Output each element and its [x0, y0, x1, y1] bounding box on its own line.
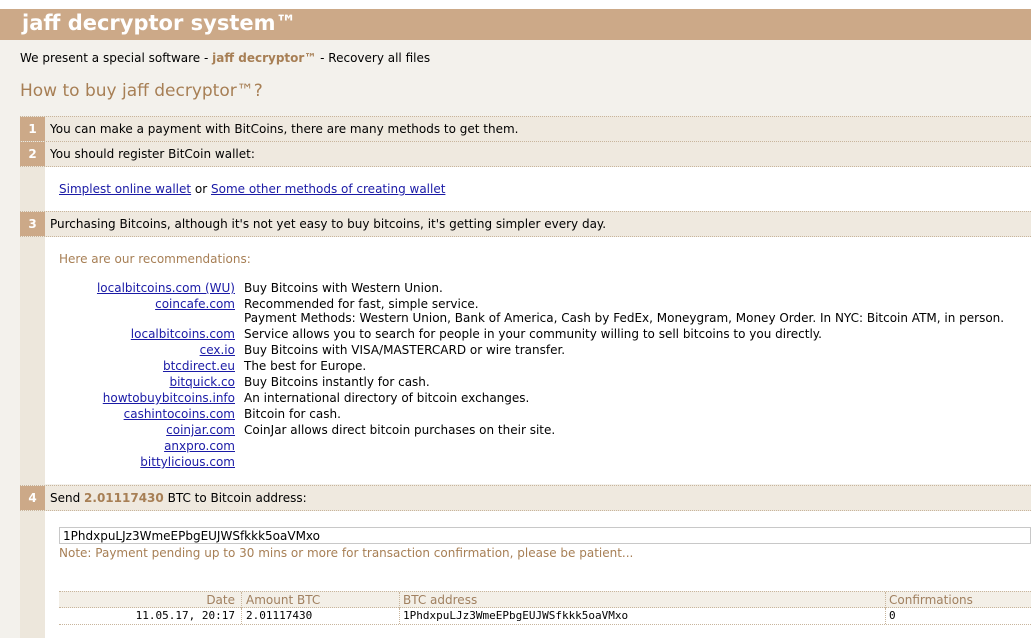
other-wallet-methods-link[interactable]: Some other methods of creating wallet — [211, 182, 445, 196]
step-2: 2 You should register BitCoin wallet: — [20, 141, 1031, 167]
exchange-link[interactable]: bittylicious.com — [140, 455, 235, 469]
header-confirmations: Confirmations — [889, 593, 973, 607]
step-3: 3 Purchasing Bitcoins, although it's not… — [20, 211, 1031, 237]
how-to-buy-heading: How to buy jaff decryptor™? — [20, 81, 263, 101]
exchange-desc: The best for Europe. — [244, 359, 367, 373]
page-title: jaff decryptor system™ — [22, 11, 297, 35]
step-text: You should register BitCoin wallet: — [50, 147, 255, 161]
exchange-desc: Buy Bitcoins with VISA/MASTERCARD or wir… — [244, 343, 566, 357]
page-header: jaff decryptor system™ — [0, 9, 1031, 40]
recommendation-row: cashintocoins.com Bitcoin for cash. — [60, 407, 1020, 423]
recommendation-row: bittylicious.com — [60, 455, 1020, 471]
exchange-link[interactable]: cex.io — [200, 343, 235, 357]
step-text: Purchasing Bitcoins, although it's not y… — [50, 217, 607, 231]
exchange-link[interactable]: bitquick.co — [169, 375, 235, 389]
step-4: 4 Send 2.01117430 BTC to Bitcoin address… — [20, 485, 1031, 511]
payment-note: Note: Payment pending up to 30 mins or m… — [59, 546, 634, 560]
exchange-desc: An international directory of bitcoin ex… — [244, 391, 530, 405]
exchange-link[interactable]: howtobuybitcoins.info — [103, 391, 235, 405]
exchange-link[interactable]: btcdirect.eu — [163, 359, 235, 373]
header-address: BTC address — [403, 593, 478, 607]
recommendation-row: localbitcoins.com (WU) Buy Bitcoins with… — [60, 281, 1020, 297]
row-date: 11.05.17, 20:17 — [135, 609, 235, 622]
recommendation-row: bitquick.co Buy Bitcoins instantly for c… — [60, 375, 1020, 391]
btc-address-field[interactable]: 1PhdxpuLJz3WmeEPbgEUJWSfkkk5oaVMxo — [59, 527, 1031, 544]
row-address: 1PhdxpuLJz3WmeEPbgEUJWSfkkk5oaVMxo — [403, 609, 629, 622]
step-text: Send 2.01117430 BTC to Bitcoin address: — [50, 491, 307, 505]
exchange-link[interactable]: localbitcoins.com (WU) — [97, 281, 235, 295]
recommendation-row: Payment Methods: Western Union, Bank of … — [60, 311, 1020, 327]
wallet-links: Simplest online wallet or Some other met… — [59, 182, 446, 196]
exchange-link[interactable]: coincafe.com — [155, 297, 235, 311]
exchange-desc: CoinJar allows direct bitcoin purchases … — [244, 423, 556, 437]
exchange-desc: Buy Bitcoins with Western Union. — [244, 281, 443, 295]
btc-amount: 2.01117430 — [84, 491, 164, 505]
step-number: 3 — [20, 212, 45, 236]
step-1: 1 You can make a payment with BitCoins, … — [20, 116, 1031, 142]
simplest-wallet-link[interactable]: Simplest online wallet — [59, 182, 191, 196]
exchange-desc: Buy Bitcoins instantly for cash. — [244, 375, 430, 389]
exchange-desc: Recommended for fast, simple service. — [244, 297, 479, 311]
recommendation-row: cex.io Buy Bitcoins with VISA/MASTERCARD… — [60, 343, 1020, 359]
step-text: You can make a payment with BitCoins, th… — [50, 122, 519, 136]
step-number: 2 — [20, 142, 45, 166]
exchange-link[interactable]: coinjar.com — [166, 423, 235, 437]
step-number: 4 — [20, 486, 45, 510]
transactions-table-header: Date Amount BTC BTC address Confirmation… — [59, 591, 1031, 608]
recommendation-row: anxpro.com — [60, 439, 1020, 455]
intro-text: We present a special software - jaff dec… — [20, 51, 431, 65]
table-row: 11.05.17, 20:17 2.01117430 1PhdxpuLJz3Wm… — [59, 607, 1031, 625]
row-confirmations: 0 — [889, 609, 896, 622]
exchange-link[interactable]: cashintocoins.com — [124, 407, 235, 421]
exchange-desc: Service allows you to search for people … — [244, 327, 822, 341]
exchange-link[interactable]: localbitcoins.com — [131, 327, 235, 341]
recommendation-row: howtobuybitcoins.info An international d… — [60, 391, 1020, 407]
product-name: jaff decryptor™ — [212, 51, 317, 65]
recommendation-row: localbitcoins.com Service allows you to … — [60, 327, 1020, 343]
row-amount: 2.01117430 — [246, 609, 313, 622]
exchange-link[interactable]: anxpro.com — [164, 439, 235, 453]
steps-left-bar — [20, 116, 45, 638]
recommendations-label: Here are our recommendations: — [59, 252, 251, 266]
recommendation-row: btcdirect.eu The best for Europe. — [60, 359, 1020, 375]
recommendation-row: coinjar.com CoinJar allows direct bitcoi… — [60, 423, 1020, 439]
header-date: Date — [206, 593, 235, 607]
step-number: 1 — [20, 117, 45, 141]
exchange-desc: Bitcoin for cash. — [244, 407, 341, 421]
top-band — [0, 0, 1031, 9]
exchange-desc: Payment Methods: Western Union, Bank of … — [244, 311, 1005, 325]
header-amount: Amount BTC — [246, 593, 321, 607]
